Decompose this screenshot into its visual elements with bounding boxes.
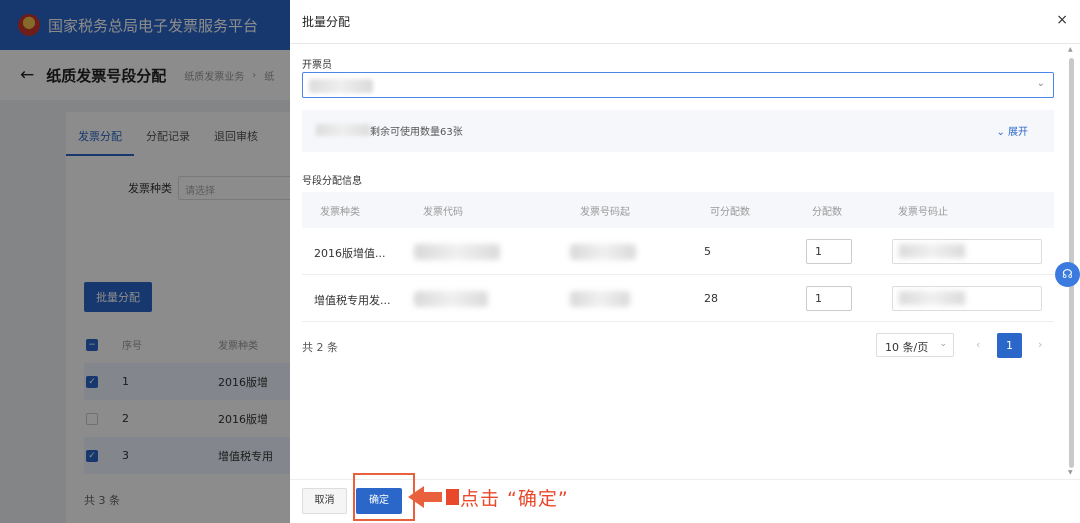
page-size-select[interactable]: 10 条/页 ⌄	[876, 333, 954, 357]
divider	[290, 43, 1080, 44]
table-row: 增值税专用发... 28 1	[302, 275, 1054, 322]
column-header: 发票号码起	[580, 207, 630, 218]
chevron-down-icon: ⌄	[1036, 78, 1045, 89]
redacted-name	[316, 124, 370, 136]
redacted-invoice-code	[414, 244, 500, 260]
scrollbar[interactable]: ▲ ▼	[1068, 46, 1076, 476]
table-total: 共 2 条	[302, 341, 338, 354]
redacted-number-end	[899, 244, 965, 258]
confirm-button[interactable]: 确定	[356, 488, 402, 514]
column-header: 发票种类	[320, 207, 360, 218]
chevron-down-icon: ⌄	[939, 339, 947, 349]
drawer-title: 批量分配	[302, 15, 351, 29]
expand-label: 展开	[1008, 127, 1028, 138]
close-icon[interactable]: ×	[1056, 12, 1068, 28]
column-header: 发票代码	[423, 207, 463, 218]
number-end-input[interactable]	[892, 239, 1042, 264]
remaining-count-text: 剩余可使用数量63张	[370, 127, 463, 138]
column-header: 可分配数	[710, 207, 750, 218]
table-header: 发票种类 发票代码 发票号码起 可分配数 分配数 发票号码止	[302, 192, 1054, 228]
scroll-down-icon[interactable]: ▼	[1068, 469, 1073, 476]
assign-count-input[interactable]: 1	[806, 286, 852, 311]
available-count-cell: 5	[704, 245, 711, 258]
redacted-operator-name	[309, 79, 373, 93]
redacted-number-start	[570, 291, 630, 307]
redacted-number-end	[899, 291, 965, 305]
batch-allocate-drawer: 批量分配 × ▲ ▼ 开票员 ⌄ 剩余可使用数量63张 ⌄ 展开 号段分配信息 …	[290, 0, 1080, 523]
operator-select[interactable]: ⌄	[302, 72, 1054, 98]
scroll-up-icon[interactable]: ▲	[1068, 46, 1073, 53]
assign-count-input[interactable]: 1	[806, 239, 852, 264]
redacted-invoice-code	[414, 291, 488, 307]
column-header: 发票号码止	[898, 207, 948, 218]
table-row: 2016版增值... 5 1	[302, 228, 1054, 275]
column-header: 分配数	[812, 207, 842, 218]
annotation-text: 点击 “确定”	[460, 488, 569, 510]
chevron-left-icon[interactable]: ‹	[976, 338, 980, 351]
operator-label: 开票员	[302, 60, 332, 71]
invoice-type-cell: 增值税专用发...	[314, 294, 391, 307]
cancel-button[interactable]: 取消	[302, 488, 347, 514]
redacted-number-start	[570, 244, 636, 260]
expand-toggle[interactable]: ⌄ 展开	[996, 123, 1028, 138]
number-end-input[interactable]	[892, 286, 1042, 311]
annotation-arrow-icon	[408, 486, 459, 508]
current-page-button[interactable]: 1	[997, 333, 1022, 358]
page-size-value: 10 条/页	[885, 341, 929, 354]
chevron-right-icon[interactable]: ›	[1038, 338, 1042, 351]
headset-icon[interactable]: ☊	[1055, 262, 1080, 287]
available-count-cell: 28	[704, 292, 718, 305]
invoice-type-cell: 2016版增值...	[314, 247, 386, 260]
chevron-down-icon: ⌄	[996, 127, 1008, 138]
remaining-info-panel: 剩余可使用数量63张 ⌄ 展开	[302, 110, 1054, 152]
section-label: 号段分配信息	[302, 176, 362, 187]
segment-allocation-table: 发票种类 发票代码 发票号码起 可分配数 分配数 发票号码止 2016版增值..…	[302, 192, 1054, 322]
